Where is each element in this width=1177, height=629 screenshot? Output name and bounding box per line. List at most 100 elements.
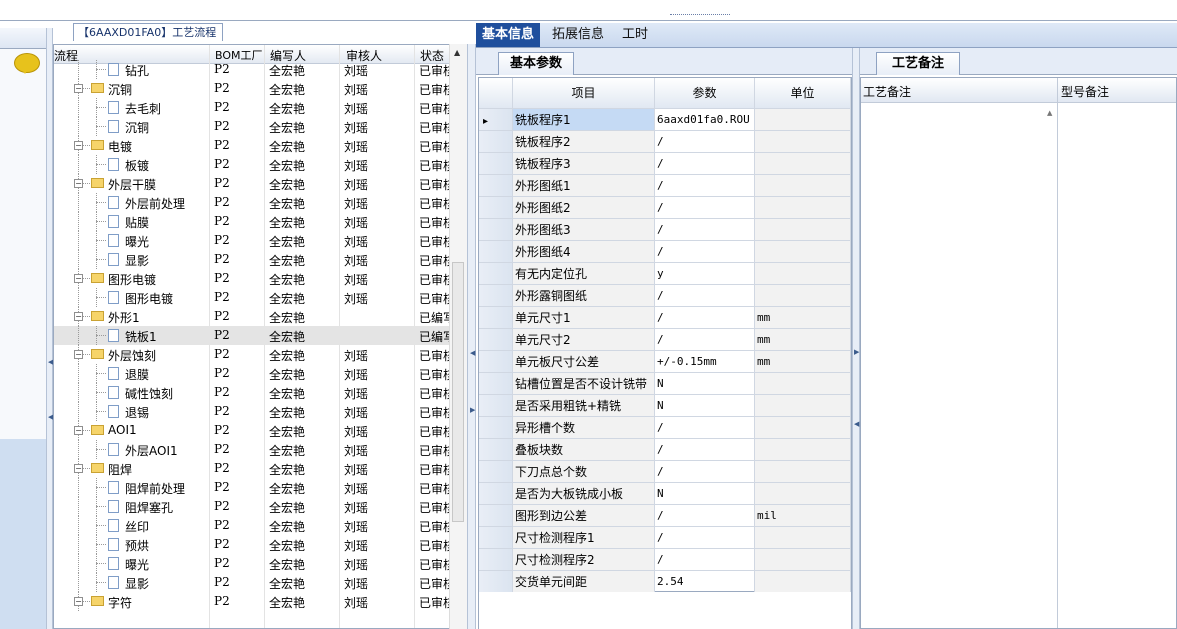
param-value-cell[interactable]: / xyxy=(655,153,755,175)
param-item-cell[interactable]: 铣板程序1 xyxy=(513,109,655,131)
tree-row[interactable]: 钻孔 P2 全宏艳 刘瑶 已审核 xyxy=(54,60,452,79)
collapse-toggle-icon[interactable]: − xyxy=(74,141,83,150)
tab-work-hours[interactable]: 工时 xyxy=(616,23,654,47)
tree-row[interactable]: − 外层蚀刻 P2 全宏艳 刘瑶 已审核 xyxy=(54,345,452,364)
param-unit-cell[interactable]: mm xyxy=(755,329,851,351)
collapse-toggle-icon[interactable]: − xyxy=(74,179,83,188)
param-unit-cell[interactable] xyxy=(755,197,851,219)
row-indicator[interactable] xyxy=(479,131,513,153)
param-unit-cell[interactable] xyxy=(755,461,851,483)
right-splitter[interactable]: ▶ ◀ xyxy=(852,48,860,629)
param-value-cell[interactable]: / xyxy=(655,527,755,549)
param-item-cell[interactable]: 铣板程序2 xyxy=(513,131,655,153)
param-unit-cell[interactable] xyxy=(755,549,851,571)
tree-scrollbar[interactable]: ▲ xyxy=(449,44,467,629)
param-unit-cell[interactable]: mm xyxy=(755,351,851,373)
middle-splitter[interactable]: ◀ ▶ xyxy=(467,44,476,629)
param-item-cell[interactable]: 单元板尺寸公差 xyxy=(513,351,655,373)
row-indicator[interactable] xyxy=(479,241,513,263)
param-value-cell[interactable]: / xyxy=(655,197,755,219)
tree-row[interactable]: − 电镀 P2 全宏艳 刘瑶 已审核 xyxy=(54,136,452,155)
row-indicator[interactable] xyxy=(479,505,513,527)
tree-row[interactable]: 阻焊塞孔 P2 全宏艳 刘瑶 已审核 xyxy=(54,497,452,516)
param-value-cell[interactable]: / xyxy=(655,549,755,571)
param-value-cell[interactable]: / xyxy=(655,131,755,153)
tree-row[interactable]: 板镀 P2 全宏艳 刘瑶 已审核 xyxy=(54,155,452,174)
tree-row[interactable]: 预烘 P2 全宏艳 刘瑶 已审核 xyxy=(54,535,452,554)
row-indicator[interactable] xyxy=(479,483,513,505)
row-indicator[interactable] xyxy=(479,285,513,307)
param-unit-cell[interactable] xyxy=(755,417,851,439)
param-value-cell[interactable]: 2.54 xyxy=(655,571,755,593)
tree-scroll-thumb[interactable] xyxy=(452,262,464,522)
tree-row[interactable]: − 字符 P2 全宏艳 刘瑶 已审核 xyxy=(54,592,452,611)
row-indicator[interactable] xyxy=(479,439,513,461)
param-unit-cell[interactable] xyxy=(755,219,851,241)
tree-row[interactable]: − 外层干膜 P2 全宏艳 刘瑶 已审核 xyxy=(54,174,452,193)
tab-extended-info[interactable]: 拓展信息 xyxy=(546,23,610,47)
param-item-cell[interactable]: 下刀点总个数 xyxy=(513,461,655,483)
collapse-toggle-icon[interactable]: − xyxy=(74,312,83,321)
param-unit-cell[interactable]: mil xyxy=(755,505,851,527)
param-value-cell[interactable]: / xyxy=(655,285,755,307)
col-header-unit[interactable]: 单位 xyxy=(755,78,851,109)
col-header-process-notes[interactable]: 工艺备注 xyxy=(863,83,911,100)
param-value-cell[interactable]: / xyxy=(655,219,755,241)
tree-row[interactable]: 外层前处理 P2 全宏艳 刘瑶 已审核 xyxy=(54,193,452,212)
splitter-grip[interactable] xyxy=(670,14,730,21)
param-item-cell[interactable]: 外形图纸1 xyxy=(513,175,655,197)
row-indicator[interactable] xyxy=(479,417,513,439)
param-unit-cell[interactable] xyxy=(755,439,851,461)
row-indicator[interactable] xyxy=(479,329,513,351)
row-indicator[interactable] xyxy=(479,307,513,329)
row-indicator[interactable] xyxy=(479,197,513,219)
param-value-cell[interactable]: / xyxy=(655,241,755,263)
param-item-cell[interactable]: 钻槽位置是否不设计铣带 xyxy=(513,373,655,395)
tree-row[interactable]: 阻焊前处理 P2 全宏艳 刘瑶 已审核 xyxy=(54,478,452,497)
param-unit-cell[interactable] xyxy=(755,175,851,197)
chat-bubble-icon[interactable] xyxy=(14,53,40,74)
collapse-toggle-icon[interactable]: − xyxy=(74,84,83,93)
param-item-cell[interactable]: 外形露铜图纸 xyxy=(513,285,655,307)
tree-row[interactable]: − 图形电镀 P2 全宏艳 刘瑶 已审核 xyxy=(54,269,452,288)
param-item-cell[interactable]: 尺寸检测程序1 xyxy=(513,527,655,549)
param-item-cell[interactable]: 外形图纸2 xyxy=(513,197,655,219)
param-item-cell[interactable]: 图形到边公差 xyxy=(513,505,655,527)
param-unit-cell[interactable] xyxy=(755,109,851,131)
tree-row[interactable]: − 沉铜 P2 全宏艳 刘瑶 已审核 xyxy=(54,79,452,98)
tree-row[interactable]: 图形电镀 P2 全宏艳 刘瑶 已审核 xyxy=(54,288,452,307)
param-unit-cell[interactable] xyxy=(755,131,851,153)
row-indicator[interactable] xyxy=(479,373,513,395)
param-unit-cell[interactable] xyxy=(755,153,851,175)
tree-row[interactable]: 退膜 P2 全宏艳 刘瑶 已审核 xyxy=(54,364,452,383)
scroll-up-arrow-icon[interactable]: ▲ xyxy=(454,48,460,57)
col-header-model-notes[interactable]: 型号备注 xyxy=(1061,83,1109,100)
param-value-cell[interactable]: / xyxy=(655,461,755,483)
param-value-cell[interactable]: / xyxy=(655,505,755,527)
tree-row[interactable]: 外层AOI1 P2 全宏艳 刘瑶 已审核 xyxy=(54,440,452,459)
col-header-param[interactable]: 参数 xyxy=(655,78,755,109)
tab-basic-info[interactable]: 基本信息 xyxy=(476,23,541,47)
row-indicator[interactable] xyxy=(479,153,513,175)
param-item-cell[interactable]: 铣板程序3 xyxy=(513,153,655,175)
row-indicator[interactable] xyxy=(479,175,513,197)
param-item-cell[interactable]: 叠板块数 xyxy=(513,439,655,461)
col-header-item[interactable]: 项目 xyxy=(513,78,655,109)
param-value-cell[interactable]: +/-0.15mm xyxy=(655,351,755,373)
tree-row[interactable]: − 阻焊 P2 全宏艳 刘瑶 已审核 xyxy=(54,459,452,478)
collapse-toggle-icon[interactable]: − xyxy=(74,426,83,435)
tree-row[interactable]: 丝印 P2 全宏艳 刘瑶 已审核 xyxy=(54,516,452,535)
tree-row[interactable]: − 外形1 P2 全宏艳 已编写 xyxy=(54,307,452,326)
row-indicator[interactable] xyxy=(479,527,513,549)
tree-row[interactable]: 曝光 P2 全宏艳 刘瑶 已审核 xyxy=(54,554,452,573)
row-indicator[interactable] xyxy=(479,395,513,417)
tree-row[interactable]: − AOI1 P2 全宏艳 刘瑶 已审核 xyxy=(54,421,452,440)
row-indicator[interactable] xyxy=(479,351,513,373)
tree-tab-title[interactable]: 【6AAXD01FA0】工艺流程 xyxy=(73,23,223,41)
tree-row[interactable]: 去毛刺 P2 全宏艳 刘瑶 已审核 xyxy=(54,98,452,117)
param-value-cell[interactable]: / xyxy=(655,175,755,197)
param-value-cell[interactable]: N xyxy=(655,483,755,505)
param-item-cell[interactable]: 尺寸检测程序2 xyxy=(513,549,655,571)
param-value-cell[interactable]: / xyxy=(655,307,755,329)
tree-row[interactable]: 贴膜 P2 全宏艳 刘瑶 已审核 xyxy=(54,212,452,231)
